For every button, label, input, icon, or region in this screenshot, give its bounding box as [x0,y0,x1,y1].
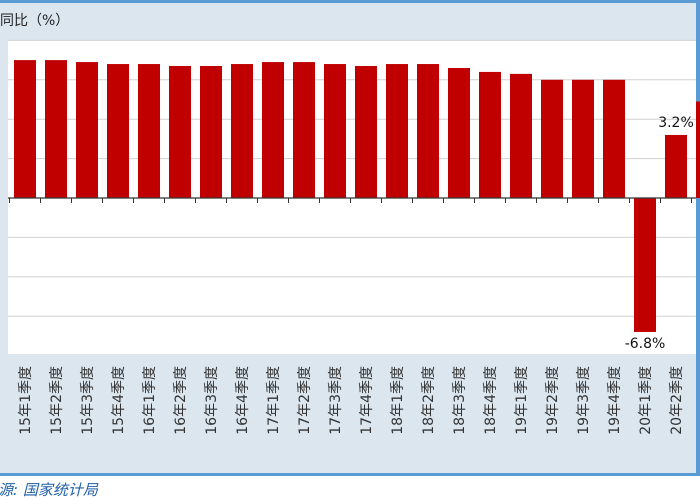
x-tick-label: 15年3季度 [80,366,96,435]
bar [293,62,315,198]
bar [138,64,160,198]
bar [262,62,284,198]
source-note: 源: 国家统计局 [0,481,98,499]
x-tick-label: 19年2季度 [545,366,561,435]
x-tick-label: 18年1季度 [390,366,406,435]
bar [107,64,129,198]
bar [665,134,687,198]
x-tick-label: 16年2季度 [173,366,189,435]
bar [231,64,253,198]
bar [14,60,36,198]
x-tick-label: 15年1季度 [18,366,34,435]
x-tick-label: 16年4季度 [235,366,251,435]
x-tick-label: 16年1季度 [142,366,158,435]
data-label: 3.2% [658,115,694,131]
x-tick-label: 17年4季度 [359,366,375,435]
bar [634,198,656,332]
x-tick-label: 20年2季度 [669,366,685,435]
x-tick-label: 18年2季度 [421,366,437,435]
x-tick-label: 20年1季度 [638,366,654,435]
bar [510,73,532,198]
x-tick-label: 17年3季度 [328,366,344,435]
x-tick-label: 19年3季度 [576,366,592,435]
x-tick-label: 16年3季度 [204,366,220,435]
bar [572,79,594,198]
x-tick-label: 19年4季度 [607,366,623,435]
bar [200,66,222,198]
x-tick-label: 17年1季度 [266,366,282,435]
bar [479,71,501,198]
bar [696,101,700,198]
data-label: -6.8% [625,336,666,352]
bar [45,60,67,198]
x-tick-label: 18年4季度 [483,366,499,435]
bar [324,64,346,198]
bar [169,66,191,198]
bar [448,67,470,198]
bar-chart: -6.8%3.2%415年1季度15年2季度15年3季度15年4季度16年1季度… [8,39,700,435]
x-tick-label: 15年4季度 [111,366,127,435]
bar [417,64,439,198]
x-tick-label: 19年1季度 [514,366,530,435]
bar [386,64,408,198]
x-tick-label: 17年2季度 [297,366,313,435]
x-tick-label: 18年3季度 [452,366,468,435]
bar [541,79,563,198]
bar [603,79,625,198]
bar [76,62,98,198]
x-tick-label: 15年2季度 [49,366,65,435]
bar [355,66,377,198]
